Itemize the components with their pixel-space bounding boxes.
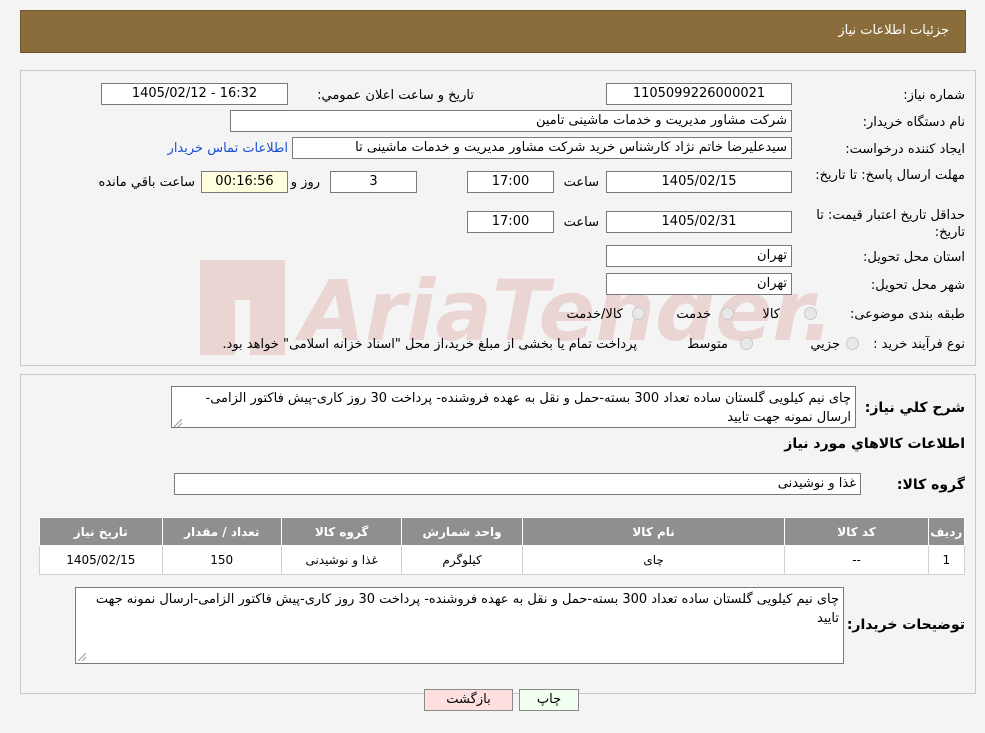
goods-info-title: اطلاعات کالاهاي مورد نياز bbox=[784, 436, 965, 452]
validity-time-label: ساعت bbox=[563, 215, 599, 230]
category-goods-service-label: کالا/خدمت bbox=[566, 307, 623, 322]
cell-quantity: 150 bbox=[161, 545, 282, 575]
cell-item-code: -- bbox=[784, 545, 929, 575]
process-minor-radio[interactable] bbox=[846, 337, 859, 350]
delivery-province-label: استان محل تحويل: bbox=[863, 250, 965, 265]
summary-textarea[interactable]: چای نیم کیلویی گلستان ساده تعداد 300 بست… bbox=[171, 386, 856, 428]
process-minor-label: جزيي bbox=[810, 337, 840, 352]
buyer-notes-resize-handle[interactable] bbox=[78, 653, 86, 661]
col-item-code: کد کالا bbox=[784, 517, 929, 546]
delivery-city-field[interactable]: تهران bbox=[606, 273, 792, 295]
process-medium-label: متوسط bbox=[687, 337, 728, 352]
table-row: 1 -- چای کیلوگرم غذا و نوشیدنی 150 1405/… bbox=[39, 545, 966, 575]
creator-label: ايجاد کننده درخواست: bbox=[845, 142, 965, 157]
price-validity-label: حداقل تاريخ اعتبار قيمت: تا تاريخ: bbox=[816, 208, 965, 240]
days-label: روز و bbox=[290, 175, 320, 190]
col-unit: واحد شمارش bbox=[401, 517, 523, 546]
validity-time-field[interactable]: 17:00 bbox=[467, 211, 554, 233]
announce-datetime-label: تاريخ و ساعت اعلان عمومي: bbox=[317, 88, 474, 103]
goods-group-field[interactable]: غذا و نوشیدنی bbox=[174, 473, 861, 495]
deadline-time-label: ساعت bbox=[563, 175, 599, 190]
delivery-province-field[interactable]: تهران bbox=[606, 245, 792, 267]
process-type-label: نوع فرآيند خريد : bbox=[873, 337, 965, 352]
cell-goods-group: غذا و نوشیدنی bbox=[280, 545, 403, 575]
buyer-notes-label: توضيحات خريدار: bbox=[846, 617, 965, 633]
col-goods-group: گروه کالا bbox=[280, 517, 403, 546]
page-title: جزئیات اطلاعات نیاز bbox=[838, 23, 949, 38]
buyer-org-field[interactable]: شرکت مشاور مدیریت و خدمات ماشینی تامین bbox=[230, 110, 792, 132]
buyer-contact-link[interactable]: اطلاعات تماس خريدار bbox=[168, 141, 288, 156]
days-remaining-field[interactable]: 3 bbox=[330, 171, 417, 193]
cell-item-name: چای bbox=[521, 545, 786, 575]
deadline-date-field[interactable]: 1405/02/15 bbox=[606, 171, 792, 193]
goods-table: رديف کد کالا نام کالا واحد شمارش گروه کا… bbox=[39, 517, 966, 575]
delivery-city-label: شهر محل تحويل: bbox=[870, 278, 965, 293]
need-number-label: شماره نياز: bbox=[903, 88, 965, 103]
category-label: طبقه بندی موضوعی: bbox=[849, 307, 965, 322]
back-button[interactable]: بازگشت bbox=[424, 689, 513, 711]
col-item-name: نام کالا bbox=[521, 517, 786, 546]
need-number-field[interactable]: 1105099226000021 bbox=[606, 83, 792, 105]
goods-group-label: گروه کالا: bbox=[896, 477, 965, 493]
col-quantity: تعداد / مقدار bbox=[161, 517, 282, 546]
col-row-number: رديف bbox=[927, 517, 966, 546]
summary-resize-handle[interactable] bbox=[174, 419, 182, 427]
process-medium-radio[interactable] bbox=[740, 337, 753, 350]
buyer-org-label: نام دستگاه خريدار: bbox=[862, 115, 965, 130]
validity-date-field[interactable]: 1405/02/31 bbox=[606, 211, 792, 233]
cell-need-date: 1405/02/15 bbox=[39, 545, 163, 575]
deadline-label: مهلت ارسال پاسخ: تا تاريخ: bbox=[815, 168, 965, 183]
remaining-time-label: ساعت باقي مانده bbox=[98, 175, 195, 190]
countdown-timer-field: 00:16:56 bbox=[201, 171, 288, 193]
col-need-date: تاريخ نياز bbox=[39, 517, 163, 546]
category-goods-service-radio[interactable] bbox=[632, 307, 645, 320]
treasury-payment-note: پرداخت تمام يا بخشی از مبلغ خريد،از محل … bbox=[222, 337, 637, 352]
summary-label: شرح کلي نياز: bbox=[864, 400, 965, 416]
buyer-notes-textarea[interactable]: چای نیم کیلویی گلستان ساده تعداد 300 بست… bbox=[75, 587, 844, 664]
cell-row-number: 1 bbox=[927, 545, 966, 575]
creator-field[interactable]: سیدعلیرضا خاتم نژاد کارشناس خرید شرکت مش… bbox=[292, 137, 792, 159]
cell-unit: کیلوگرم bbox=[401, 545, 523, 575]
category-goods-label: کالا bbox=[762, 307, 780, 322]
goods-table-header-row: رديف کد کالا نام کالا واحد شمارش گروه کا… bbox=[39, 517, 966, 546]
deadline-time-field[interactable]: 17:00 bbox=[467, 171, 554, 193]
page-header: جزئیات اطلاعات نیاز bbox=[20, 10, 966, 53]
category-service-label: خدمت bbox=[676, 307, 711, 322]
announce-datetime-field[interactable]: 1405/02/12 - 16:32 bbox=[101, 83, 288, 105]
category-goods-radio[interactable] bbox=[804, 307, 817, 320]
category-service-radio[interactable] bbox=[721, 307, 734, 320]
print-button[interactable]: چاپ bbox=[519, 689, 579, 711]
